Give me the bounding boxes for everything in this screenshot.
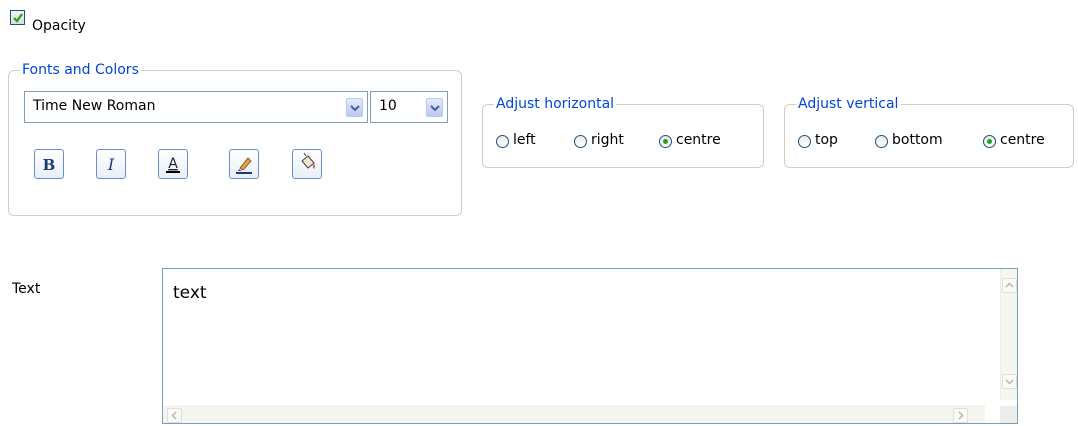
font-color-button[interactable]: A xyxy=(158,149,188,179)
radio-horizontal-right[interactable] xyxy=(574,135,587,148)
radio-vertical-top-label: top xyxy=(815,132,838,148)
scrollbar-corner xyxy=(1000,406,1017,423)
vertical-scrollbar[interactable] xyxy=(1000,269,1017,400)
radio-horizontal-centre[interactable] xyxy=(659,135,672,148)
radio-vertical-top[interactable] xyxy=(798,135,811,148)
radio-horizontal-left-label: left xyxy=(513,132,536,148)
radio-selected-dot xyxy=(987,139,992,144)
font-size-value: 10 xyxy=(379,98,397,114)
chevron-right-icon xyxy=(958,411,964,420)
chevron-down-icon xyxy=(350,105,360,112)
font-name-dropdown-button[interactable] xyxy=(346,98,363,117)
radio-horizontal-centre-label: centre xyxy=(676,132,721,148)
font-name-combo[interactable]: Time New Roman xyxy=(24,91,368,123)
chevron-down-icon xyxy=(1005,379,1014,385)
bold-button[interactable]: B xyxy=(34,149,64,179)
scroll-up-button[interactable] xyxy=(1002,278,1017,293)
chevron-left-icon xyxy=(171,411,177,420)
text-label: Text xyxy=(12,281,41,297)
italic-icon: I xyxy=(107,155,115,174)
radio-vertical-bottom[interactable] xyxy=(875,135,888,148)
font-color-icon: A xyxy=(166,156,180,173)
font-size-dropdown-button[interactable] xyxy=(426,98,443,117)
bold-icon: B xyxy=(43,156,56,174)
text-area[interactable]: text xyxy=(162,268,1018,424)
radio-selected-dot xyxy=(663,139,668,144)
scroll-left-button[interactable] xyxy=(167,408,182,423)
horizontal-scrollbar[interactable] xyxy=(163,406,985,423)
italic-button[interactable]: I xyxy=(96,149,126,179)
checkmark-icon xyxy=(13,13,23,23)
radio-vertical-centre[interactable] xyxy=(983,135,996,148)
radio-vertical-bottom-label: bottom xyxy=(892,132,943,148)
scroll-down-button[interactable] xyxy=(1002,374,1017,389)
opacity-label: Opacity xyxy=(32,18,86,34)
radio-horizontal-right-label: right xyxy=(591,132,624,148)
adjust-horizontal-title: Adjust horizontal xyxy=(494,96,617,112)
svg-text:I: I xyxy=(107,155,115,174)
adjust-vertical-title: Adjust vertical xyxy=(796,96,901,112)
svg-text:A: A xyxy=(168,156,178,172)
highlight-pen-icon xyxy=(236,157,252,174)
radio-horizontal-left[interactable] xyxy=(496,135,509,148)
font-name-value: Time New Roman xyxy=(33,98,156,114)
chevron-up-icon xyxy=(1005,282,1014,288)
paint-bucket-icon xyxy=(301,152,315,169)
highlight-color-button[interactable] xyxy=(229,149,259,179)
svg-text:B: B xyxy=(43,156,56,174)
font-size-combo[interactable]: 10 xyxy=(370,91,448,123)
text-area-value: text xyxy=(173,283,207,303)
fonts-colors-title: Fonts and Colors xyxy=(20,62,141,78)
radio-vertical-centre-label: centre xyxy=(1000,132,1045,148)
opacity-checkbox[interactable] xyxy=(10,10,25,25)
fill-color-button[interactable] xyxy=(292,149,322,179)
scroll-right-button[interactable] xyxy=(953,408,968,423)
chevron-down-icon xyxy=(430,105,440,112)
